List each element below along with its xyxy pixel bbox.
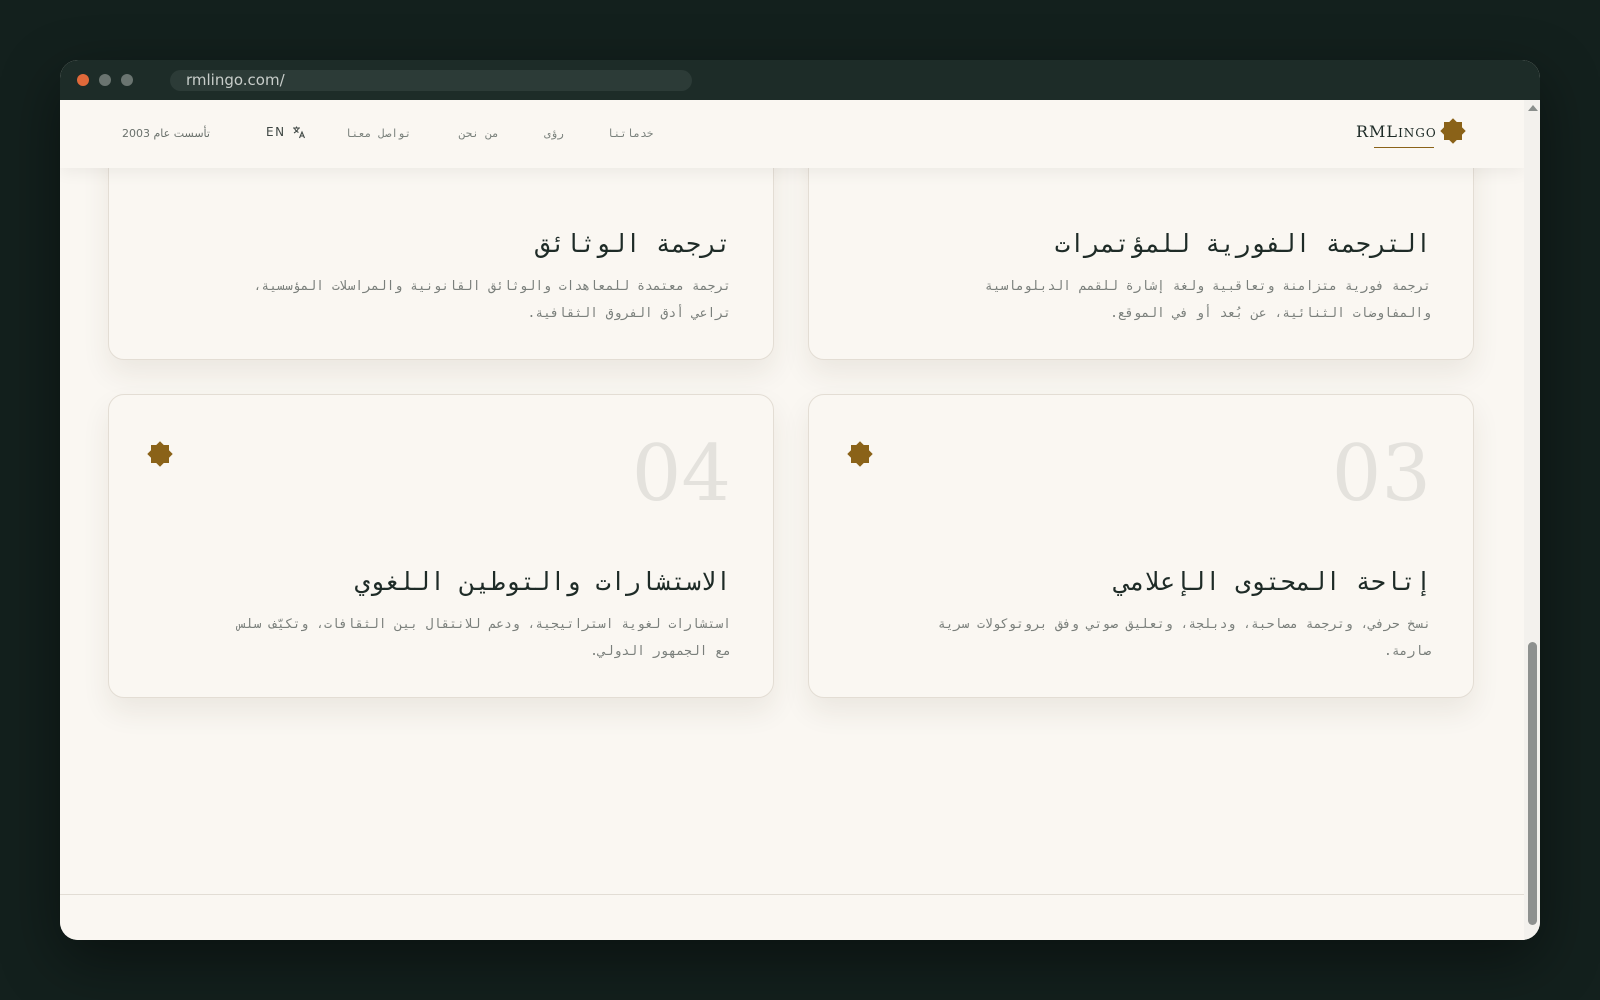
scroll-up-arrow-icon[interactable] [1528,105,1538,111]
nav-link-insights[interactable]: رؤى [544,127,564,140]
brand-name: RMLINGO [1356,122,1437,141]
page-scrollbar[interactable] [1524,100,1540,940]
service-card-media-accessibility[interactable]: 03 إتاحة المحتوى الإعلامي نسخ حرفي، وترج… [808,394,1474,698]
founded-label: تأسست عام 2003 [122,127,210,140]
nav-link-contact[interactable]: تواصل معنا [345,127,411,140]
card-number: 04 [631,429,731,519]
close-window-button[interactable] [77,74,89,86]
language-label: EN [266,125,286,139]
eight-point-star-icon [1440,118,1466,144]
browser-titlebar: rmlingo.com/ [60,60,1540,100]
card-title: إتاحة المحتوى الإعلامي [1114,567,1431,596]
card-description: ترجمة معتمدة للمعاهدات والوثائق القانوني… [253,279,731,321]
page-viewport: 02 ترجمة الوثائق ترجمة معتمدة للمعاهدات … [60,100,1524,940]
brand-logo[interactable]: RMLINGO [1356,118,1506,154]
translate-icon [292,126,305,139]
eight-point-star-icon [147,441,173,467]
card-title: ترجمة الوثائق [535,229,731,258]
card-title: الترجمة الفورية للمؤتمرات [1054,229,1431,258]
maximize-window-button[interactable] [121,74,133,86]
browser-window: rmlingo.com/ 02 ترجمة الوثائق ترجمة معتم… [60,60,1540,940]
footer-divider [60,894,1524,895]
service-card-localization[interactable]: 04 الاستشارات والتوطين اللغوي استشارات ل… [108,394,774,698]
card-description: ترجمة فورية متزامنة وتعاقبية ولغة إشارة … [984,279,1431,321]
address-bar[interactable]: rmlingo.com/ [170,70,692,91]
nav-link-services[interactable]: خدماتنا [607,127,653,140]
card-number: 03 [1331,429,1431,519]
card-description: استشارات لغوية استراتيجية، ودعم للانتقال… [237,617,731,659]
site-header: تأسست عام 2003 EN تواصل معنا من نحن رؤى … [60,100,1524,168]
minimize-window-button[interactable] [99,74,111,86]
card-title: الاستشارات والتوطين اللغوي [354,567,731,596]
card-description: نسخ حرفي، وترجمة مصاحبة، ودبلجة، وتعليق … [937,617,1431,659]
nav-link-about[interactable]: من نحن [459,127,499,140]
eight-point-star-icon [847,441,873,467]
brand-underline [1374,147,1434,148]
language-switcher[interactable]: EN [266,125,306,139]
scroll-thumb[interactable] [1528,642,1537,925]
